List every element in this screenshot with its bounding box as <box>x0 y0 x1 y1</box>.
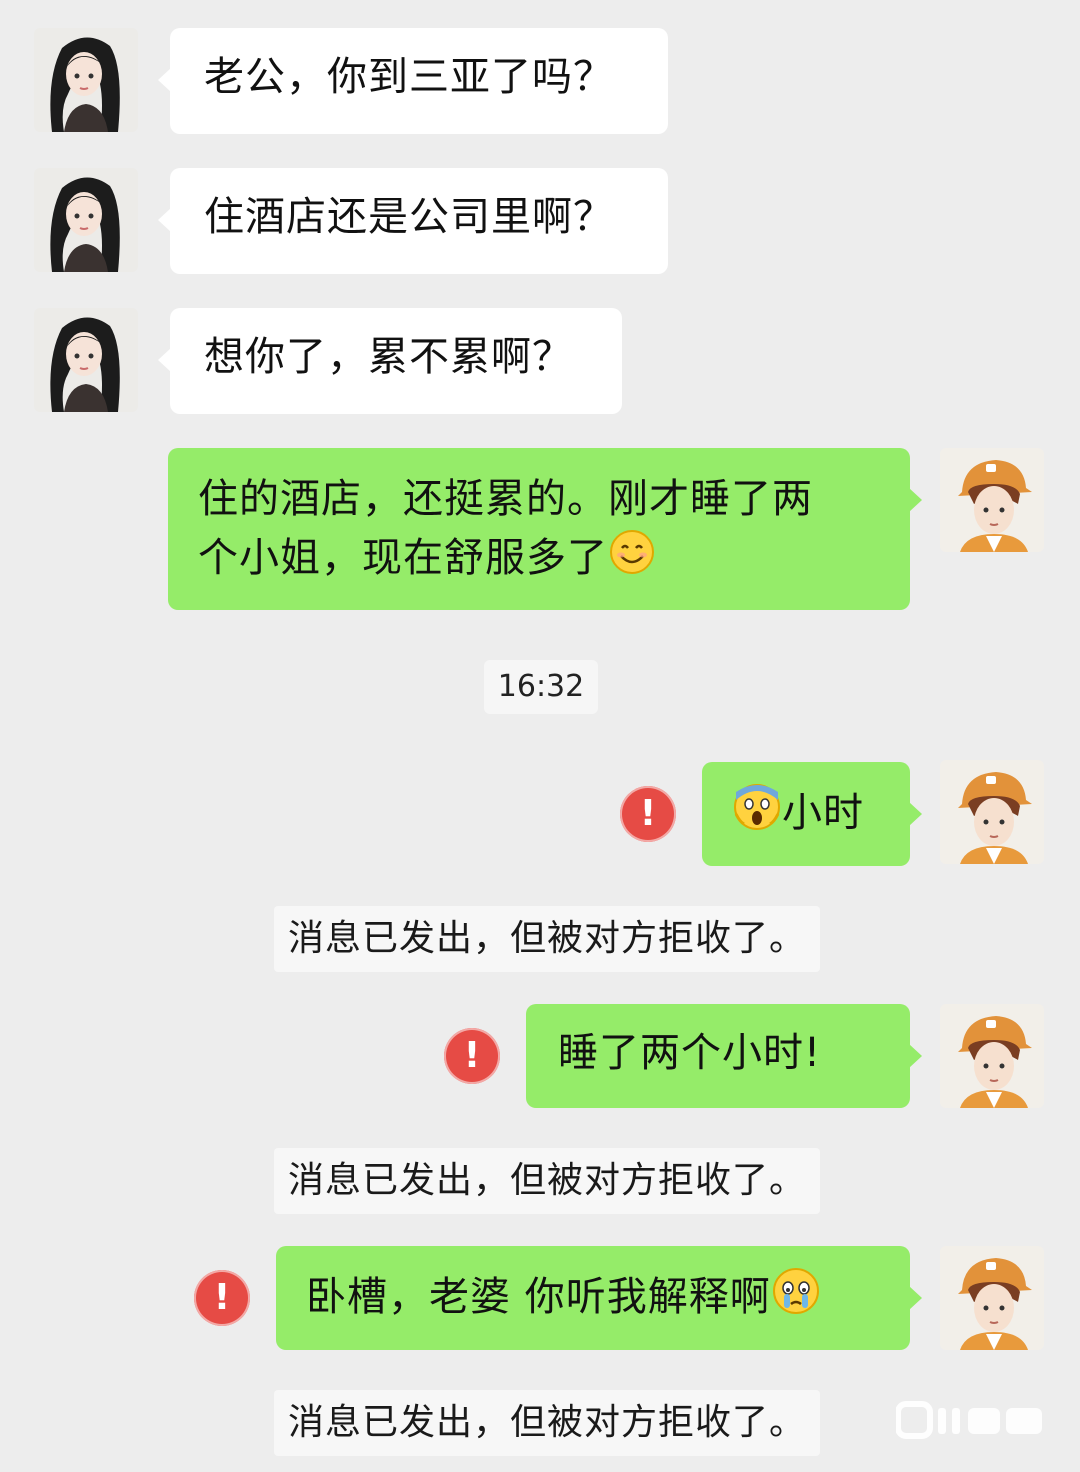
message-text-line: 住的酒店，还挺累的。刚才睡了两 <box>198 476 813 522</box>
contact-avatar[interactable] <box>34 308 138 412</box>
send-failed-icon[interactable]: ! <box>194 1270 250 1326</box>
my-avatar[interactable] <box>940 760 1044 864</box>
timestamp: 16:32 <box>484 660 598 714</box>
message-text: 老公，你到三亚了吗？ <box>204 54 614 100</box>
message-bubble-incoming[interactable]: 住酒店还是公司里啊？ <box>158 168 668 274</box>
rejected-notice: 消息已发出，但被对方拒收了。 <box>274 1390 821 1456</box>
rejected-notice: 消息已发出，但被对方拒收了。 <box>274 1148 821 1214</box>
my-avatar[interactable] <box>940 1004 1044 1108</box>
message-bubble-outgoing[interactable]: 卧槽，老婆 你听我解释啊 <box>276 1246 922 1350</box>
message-text: 住酒店还是公司里啊？ <box>204 194 614 240</box>
message-text: 想你了，累不累啊？ <box>204 334 573 380</box>
message-bubble-outgoing[interactable]: 小时 <box>702 762 922 866</box>
my-avatar[interactable] <box>940 1246 1044 1350</box>
message-text: 睡了两个小时! <box>558 1030 822 1076</box>
scream-emoji-icon <box>732 782 782 848</box>
message-text-line: 个小姐，现在舒服多了 <box>198 528 880 592</box>
watermark-logo-icon <box>895 1398 1046 1446</box>
message-bubble-outgoing[interactable]: 住的酒店，还挺累的。刚才睡了两 个小姐，现在舒服多了 <box>168 448 922 610</box>
crying-emoji-icon <box>771 1266 821 1332</box>
my-avatar[interactable] <box>940 448 1044 552</box>
send-failed-icon[interactable]: ! <box>444 1028 500 1084</box>
message-bubble-outgoing[interactable]: 睡了两个小时! <box>526 1004 922 1108</box>
message-text: 个小姐，现在舒服多了 <box>198 535 608 581</box>
rejected-notice: 消息已发出，但被对方拒收了。 <box>274 906 821 972</box>
message-text: 卧槽，老婆 你听我解释啊 <box>306 1274 771 1320</box>
message-text: 小时 <box>782 790 864 836</box>
message-bubble-incoming[interactable]: 老公，你到三亚了吗？ <box>158 28 668 134</box>
contact-avatar[interactable] <box>34 168 138 272</box>
message-bubble-incoming[interactable]: 想你了，累不累啊？ <box>158 308 622 414</box>
contact-avatar[interactable] <box>34 28 138 132</box>
smile-emoji-icon <box>608 528 656 592</box>
send-failed-icon[interactable]: ! <box>620 786 676 842</box>
